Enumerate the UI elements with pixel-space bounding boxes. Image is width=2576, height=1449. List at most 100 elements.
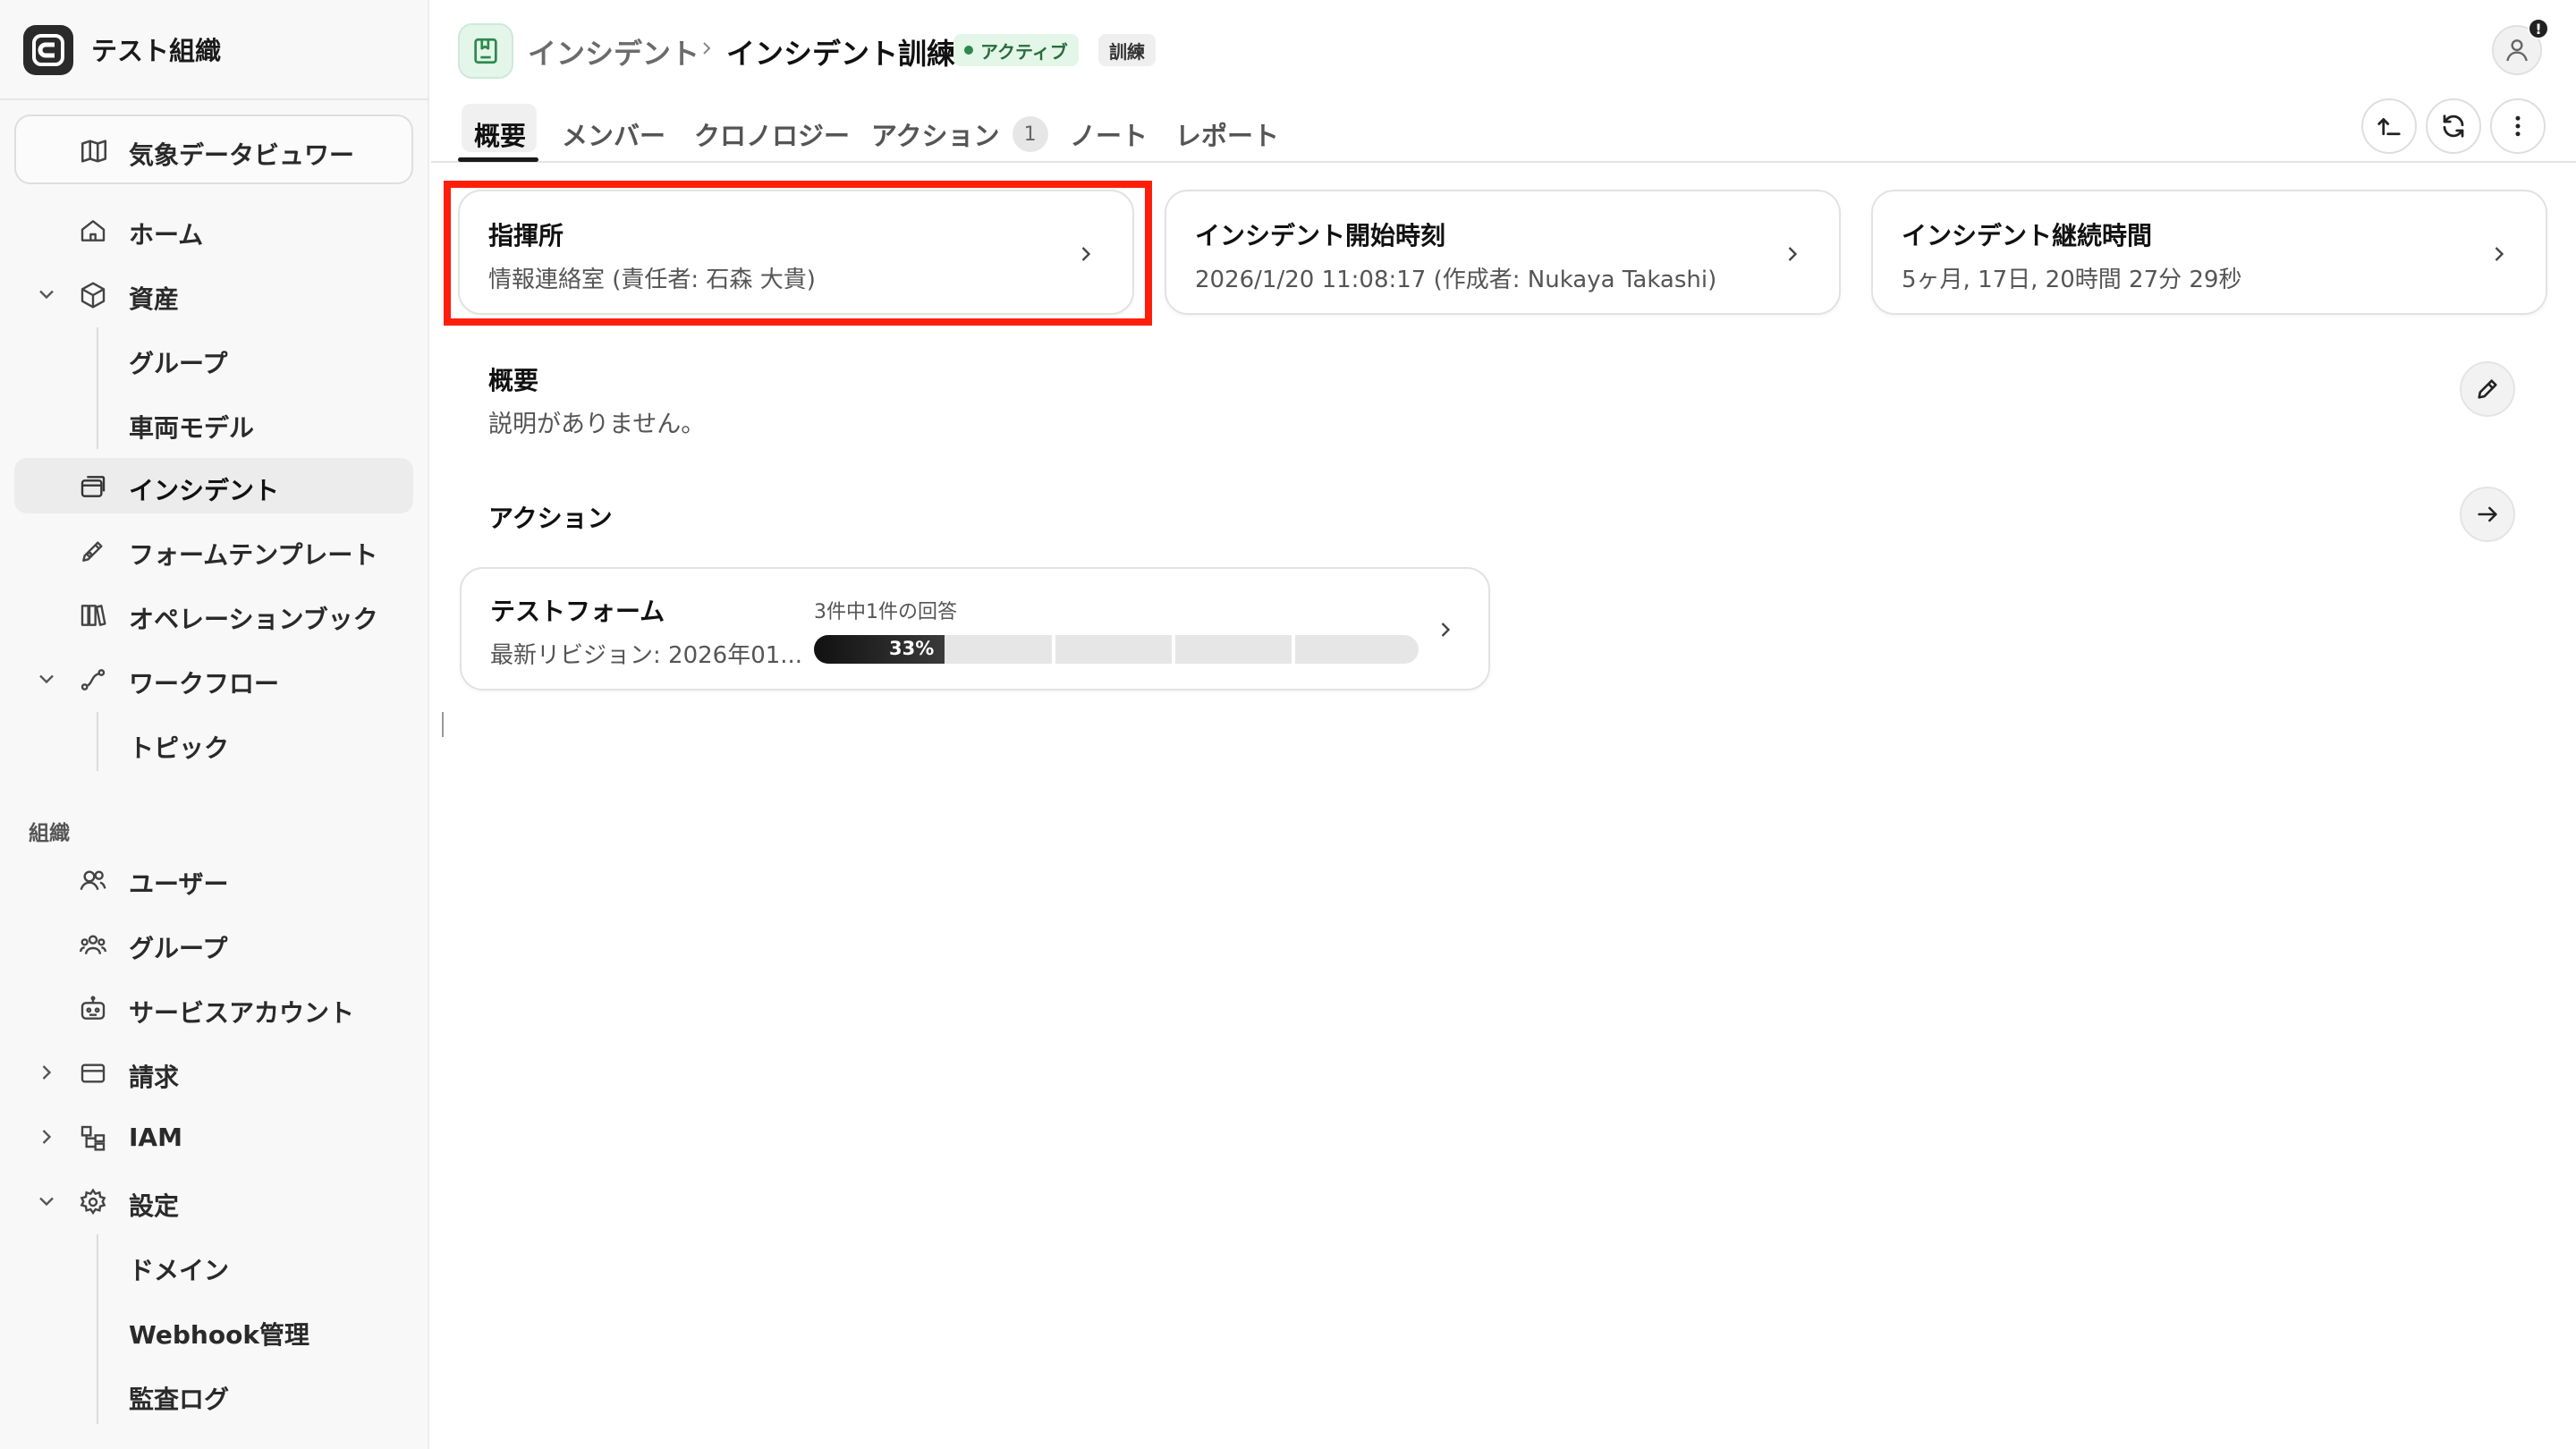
- card-icon: [79, 1059, 107, 1088]
- sidebar-item-vehicle-models[interactable]: 車両モデル: [14, 395, 413, 451]
- card-value: 情報連絡室 (責任者: 石森 大貴): [488, 267, 816, 293]
- sidebar-item-workflow[interactable]: ワークフロー: [14, 651, 413, 707]
- section-label-org: 組織: [29, 822, 70, 845]
- export-button[interactable]: [2361, 98, 2417, 154]
- sidebar-item-topics[interactable]: トピック: [14, 716, 413, 771]
- status-badge: アクティブ: [953, 34, 1079, 66]
- tab-actions[interactable]: アクション 1: [871, 109, 1048, 159]
- box-icon: [79, 281, 107, 309]
- sidebar-item-service-accounts[interactable]: サービスアカウント: [14, 980, 413, 1036]
- incident-start-time-card[interactable]: インシデント開始時刻 2026/1/20 11:08:17 (作成者: Nuka…: [1165, 190, 1841, 315]
- tab-chronology[interactable]: クロノロジー: [694, 109, 850, 159]
- chevron-right-icon: [696, 38, 717, 59]
- sidebar-item-label: インシデント: [129, 476, 280, 505]
- sidebar-item-settings[interactable]: 設定: [14, 1174, 413, 1229]
- chevron-down-icon[interactable]: [34, 1189, 59, 1214]
- form-revision: 最新リビジョン: 2026年01...: [490, 642, 803, 669]
- form-name: テストフォーム: [490, 597, 665, 626]
- more-vertical-icon: [2504, 113, 2531, 140]
- chevron-right-icon[interactable]: [34, 1124, 59, 1149]
- tab-reports[interactable]: レポート: [1175, 109, 1279, 159]
- overview-title: 概要: [488, 366, 539, 395]
- progress-segment-divider: [1052, 635, 1055, 664]
- gear-icon: [79, 1188, 107, 1216]
- card-title: インシデント継続時間: [1902, 221, 2153, 250]
- sidebar-item-label: 監査ログ: [129, 1385, 230, 1414]
- sidebar-item-label: オペレーションブック: [129, 605, 378, 634]
- sidebar-item-label: トピック: [129, 733, 230, 763]
- sidebar-item-billing[interactable]: 請求: [14, 1045, 413, 1100]
- sidebar-item-audit-log[interactable]: 監査ログ: [14, 1367, 413, 1422]
- sidebar-item-label: ユーザー: [129, 869, 229, 899]
- edit-overview-button[interactable]: [2460, 361, 2515, 417]
- sidebar-item-label: グループ: [129, 934, 228, 963]
- sidebar-item-users[interactable]: ユーザー: [14, 852, 413, 907]
- refresh-button[interactable]: [2426, 98, 2481, 154]
- map-icon: [79, 136, 109, 166]
- incident-duration-card[interactable]: インシデント継続時間 5ヶ月, 17日, 20時間 27分 29秒: [1871, 190, 2547, 315]
- weather-viewer-button[interactable]: 気象データビュワー: [14, 114, 413, 184]
- pencil-icon: [2475, 377, 2500, 402]
- sidebar-item-label: ホーム: [129, 220, 204, 250]
- training-badge: 訓練: [1098, 34, 1156, 66]
- org-logo-icon: [23, 25, 73, 75]
- sidebar-item-label: 車両モデル: [129, 413, 255, 443]
- sidebar-item-label: 資産: [129, 284, 180, 314]
- command-post-card[interactable]: 指揮所 情報連絡室 (責任者: 石森 大貴): [458, 190, 1134, 315]
- sidebar-item-label: 設定: [129, 1191, 180, 1221]
- chevron-down-icon[interactable]: [34, 282, 59, 307]
- window-stack-icon: [79, 472, 107, 501]
- sidebar-item-label: 請求: [129, 1063, 180, 1092]
- sidebar-item-asset-groups[interactable]: グループ: [14, 331, 413, 386]
- sidebar-item-assets[interactable]: 資産: [14, 267, 413, 322]
- chevron-down-icon[interactable]: [34, 666, 59, 691]
- page-title: インシデント訓練: [726, 37, 956, 71]
- chevron-right-icon: [2487, 242, 2512, 267]
- more-options-button[interactable]: [2490, 98, 2546, 154]
- form-response-count: 3件中1件の回答: [814, 601, 957, 623]
- group-icon: [79, 930, 107, 959]
- sidebar-item-groups[interactable]: グループ: [14, 916, 413, 971]
- chevron-right-icon: [1780, 242, 1805, 267]
- card-title: 指揮所: [488, 221, 564, 250]
- weather-viewer-label: 気象データビュワー: [129, 140, 355, 170]
- tab-notes[interactable]: ノート: [1070, 109, 1148, 159]
- overview-description: 説明がありません。: [488, 411, 706, 438]
- breadcrumb-parent[interactable]: インシデント: [528, 31, 699, 72]
- sidebar-item-label: フォームテンプレート: [129, 540, 378, 570]
- sidebar: テスト組織 気象データビュワー ホーム 資産 グループ 車両モデル インシデント…: [0, 0, 429, 1449]
- sidebar-item-form-templates[interactable]: フォームテンプレート: [14, 522, 413, 578]
- bot-icon: [79, 995, 107, 1023]
- progress-segment-divider: [1292, 635, 1295, 664]
- tab-members[interactable]: メンバー: [562, 109, 665, 159]
- sidebar-item-iam[interactable]: IAM: [14, 1109, 413, 1165]
- refresh-icon: [2440, 113, 2467, 140]
- status-dot-icon: [964, 46, 973, 55]
- sidebar-item-operation-book[interactable]: オペレーションブック: [14, 587, 413, 642]
- sidebar-item-label: ドメイン: [129, 1256, 230, 1285]
- tab-overview[interactable]: 概要: [474, 109, 526, 159]
- alert-badge: !: [2528, 18, 2549, 39]
- sidebar-item-label: グループ: [129, 349, 228, 378]
- tab-count-badge: 1: [1012, 116, 1048, 152]
- tab-actions-label: アクション: [871, 121, 1000, 151]
- sidebar-item-home[interactable]: ホーム: [14, 202, 413, 258]
- sidebar-item-label: ワークフロー: [129, 669, 280, 699]
- books-icon: [79, 601, 107, 630]
- org-name: テスト組織: [91, 36, 222, 66]
- arrow-right-icon: [2475, 502, 2500, 527]
- sidebar-item-domain[interactable]: ドメイン: [14, 1238, 413, 1293]
- sidebar-item-label: IAM: [129, 1123, 182, 1152]
- text-cursor: [442, 712, 444, 737]
- card-value: 5ヶ月, 17日, 20時間 27分 29秒: [1902, 267, 2242, 293]
- view-actions-button[interactable]: [2460, 487, 2515, 542]
- iam-icon: [79, 1123, 107, 1152]
- sidebar-item-webhooks[interactable]: Webhook管理: [14, 1302, 413, 1358]
- chevron-right-icon[interactable]: [34, 1060, 59, 1085]
- sidebar-item-incidents[interactable]: インシデント: [14, 458, 413, 513]
- org-switcher[interactable]: テスト組織: [0, 0, 428, 100]
- return-up-icon: [2376, 113, 2402, 140]
- tabs-divider: [431, 161, 2576, 163]
- sidebar-item-label: Webhook管理: [129, 1320, 309, 1350]
- action-form-card[interactable]: テストフォーム 最新リビジョン: 2026年01... 3件中1件の回答 33%: [460, 567, 1490, 691]
